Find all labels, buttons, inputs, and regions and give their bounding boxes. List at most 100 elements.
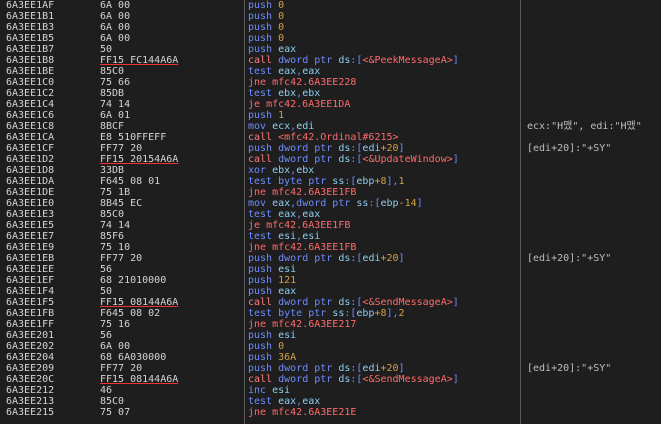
disassembly-token: dword ptr — [278, 154, 339, 165]
instruction-disassembly: push dword ptr ds:[edi+20] — [248, 253, 405, 264]
disassembly-token: eax — [278, 396, 297, 407]
instruction-row[interactable]: 6A3EE1C2 85DB test ebx,ebx — [0, 88, 661, 99]
instruction-disassembly: push 0 — [248, 341, 284, 352]
disassembly-token: :[ — [350, 253, 363, 264]
disassembly-token: eax — [278, 286, 297, 297]
instruction-row[interactable]: 6A3EE1E0 8B45 EC mov eax,dword ptr ss:[ebp… — [0, 198, 661, 209]
instruction-row[interactable]: 6A3EE1C6 6A 01 push 1 — [0, 110, 661, 121]
instruction-row[interactable]: 6A3EE1DE 75 1B jne mfc42.6A3EE1FB — [0, 187, 661, 198]
instruction-row[interactable]: 6A3EE1D2 FF15 20154A6A call dword ptr ds:[… — [0, 154, 661, 165]
disassembly-token: dword ptr — [278, 253, 339, 264]
instruction-row[interactable]: 6A3EE202 6A 00 push 0 — [0, 341, 661, 352]
instruction-row[interactable]: 6A3EE1CF FF77 20 push dword ptr ds:[edi+20… — [0, 143, 661, 154]
instruction-row[interactable]: 6A3EE1AF 6A 00 push 0 — [0, 0, 661, 11]
disassembly-token: eax — [278, 44, 297, 55]
disassembly-token: ds — [338, 253, 351, 264]
disassembly-token: ] — [398, 143, 405, 154]
instruction-disassembly: test eax,eax — [248, 66, 320, 77]
instruction-row[interactable]: 6A3EE1EB FF77 20 push dword ptr ds:[edi+20… — [0, 253, 661, 264]
disassembly-token: <&SendMessageA> — [362, 374, 453, 385]
instruction-bytes: 75 10 — [100, 242, 131, 253]
instruction-disassembly: push 1 — [248, 110, 284, 121]
instruction-address: 6A3EE212 — [6, 385, 55, 396]
instruction-address: 6A3EE1EF — [6, 275, 55, 286]
instruction-bytes: F645 08 01 — [100, 176, 161, 187]
instruction-disassembly: push 36A — [248, 352, 296, 363]
disassembly-token: +8 — [374, 308, 387, 319]
disassembly-token: :[ — [350, 154, 363, 165]
instruction-row[interactable]: 6A3EE1C0 75 66 jne mfc42.6A3EE228 — [0, 77, 661, 88]
instruction-address: 6A3EE1F5 — [6, 297, 55, 308]
disassembly-token: byte ptr — [278, 308, 333, 319]
instruction-disassembly: push 0 — [248, 0, 284, 11]
disassembly-token: byte ptr — [278, 176, 333, 187]
disassembly-token: :[ — [350, 374, 363, 385]
instruction-address: 6A3EE1FF — [6, 319, 55, 330]
disassembly-token: call — [248, 154, 279, 165]
instruction-bytes: 6A 00 — [100, 11, 131, 22]
instruction-row[interactable]: 6A3EE1C4 74 14 je mfc42.6A3EE1DA — [0, 99, 661, 110]
instruction-address: 6A3EE1B5 — [6, 33, 55, 44]
instruction-row[interactable]: 6A3EE212 46 inc esi — [0, 385, 661, 396]
instruction-address: 6A3EE1DE — [6, 187, 55, 198]
instruction-row[interactable]: 6A3EE1F5 FF15 08144A6A call dword ptr ds:[… — [0, 297, 661, 308]
instruction-address: 6A3EE1DA — [6, 176, 55, 187]
disassembly-view[interactable]: 6A3EE1AF 6A 00 push 0 6A3EE1B1 6A 00 push 0 6A… — [0, 0, 661, 424]
instruction-row[interactable]: 6A3EE1B5 6A 00 push 0 — [0, 33, 661, 44]
instruction-row[interactable]: 6A3EE1EE 56 push esi — [0, 264, 661, 275]
instruction-row[interactable]: 6A3EE1B8 FF15 FC144A6A call dword ptr ds:[… — [0, 55, 661, 66]
disassembly-token: ] — [452, 154, 459, 165]
disassembly-token: push — [248, 352, 279, 363]
instruction-row[interactable]: 6A3EE215 75 07 jne mfc42.6A3EE21E — [0, 407, 661, 418]
disassembly-token: test — [248, 88, 279, 99]
disassembly-token: mfc42.6A3EE1FB — [272, 187, 357, 198]
disassembly-token: 1 — [398, 176, 405, 187]
instruction-row[interactable]: 6A3EE20C FF15 08144A6A call dword ptr ds:[… — [0, 374, 661, 385]
instruction-disassembly: je mfc42.6A3EE1DA — [248, 99, 350, 110]
instruction-row[interactable]: 6A3EE1BE 85C0 test eax,eax — [0, 66, 661, 77]
instruction-row[interactable]: 6A3EE1C8 8BCF mov ecx,edi ecx:"H맸", edi:"H맸… — [0, 121, 661, 132]
disassembly-token: xor — [248, 165, 273, 176]
disassembly-token: 0 — [278, 22, 285, 33]
instruction-address: 6A3EE1B7 — [6, 44, 55, 55]
instruction-address: 6A3EE1CF — [6, 143, 55, 154]
disassembly-token: ] — [398, 363, 405, 374]
instruction-row[interactable]: 6A3EE1E5 74 14 je mfc42.6A3EE1FB — [0, 220, 661, 231]
instruction-row[interactable]: 6A3EE1B7 50 push eax — [0, 44, 661, 55]
disassembly-token: +20 — [380, 363, 399, 374]
instruction-address: 6A3EE1C2 — [6, 88, 55, 99]
disassembly-token: :[ — [350, 297, 363, 308]
instruction-disassembly: push eax — [248, 44, 296, 55]
instruction-row[interactable]: 6A3EE1D8 33DB xor ebx,ebx — [0, 165, 661, 176]
instruction-disassembly: mov eax,dword ptr ss:[ebp-14] — [248, 198, 423, 209]
instruction-bytes: F645 08 02 — [100, 308, 161, 319]
instruction-row[interactable]: 6A3EE213 85C0 test eax,eax — [0, 396, 661, 407]
instruction-row[interactable]: 6A3EE1B1 6A 00 push 0 — [0, 11, 661, 22]
disassembly-token: edi — [362, 363, 381, 374]
instruction-row[interactable]: 6A3EE201 56 push esi — [0, 330, 661, 341]
disassembly-token: 1 — [278, 110, 285, 121]
instruction-row[interactable]: 6A3EE204 68 6A030000 push 36A — [0, 352, 661, 363]
instruction-row[interactable]: 6A3EE1E7 85F6 test esi,esi — [0, 231, 661, 242]
instruction-row[interactable]: 6A3EE1FF 75 16 jne mfc42.6A3EE217 — [0, 319, 661, 330]
instruction-row[interactable]: 6A3EE1EF 68 21010000 push 121 — [0, 275, 661, 286]
instruction-row[interactable]: 6A3EE1FB F645 08 02 test byte ptr ss:[ebp+… — [0, 308, 661, 319]
instruction-row[interactable]: 6A3EE1CA E8 510FFEFF call <mfc42.Ordinal#6… — [0, 132, 661, 143]
disassembly-token: push — [248, 33, 279, 44]
instruction-row[interactable]: 6A3EE1B3 6A 00 push 0 — [0, 22, 661, 33]
disassembly-token: push — [248, 11, 279, 22]
disassembly-token: :[ — [368, 198, 381, 209]
instruction-bytes: 85C0 — [100, 209, 125, 220]
instruction-bytes: 46 — [100, 385, 113, 396]
disassembly-token: ds — [338, 55, 351, 66]
instruction-address: 6A3EE1B8 — [6, 55, 55, 66]
disassembly-token: 0 — [278, 11, 285, 22]
instruction-disassembly: call <mfc42.Ordinal#6215> — [248, 132, 399, 143]
disassembly-token: push — [248, 22, 279, 33]
instruction-row[interactable]: 6A3EE209 FF77 20 push dword ptr ds:[edi+20… — [0, 363, 661, 374]
instruction-row[interactable]: 6A3EE1DA F645 08 01 test byte ptr ss:[ebp+… — [0, 176, 661, 187]
instruction-row[interactable]: 6A3EE1F4 50 push eax — [0, 286, 661, 297]
disassembly-token: 121 — [278, 275, 297, 286]
instruction-row[interactable]: 6A3EE1E3 85C0 test eax,eax — [0, 209, 661, 220]
instruction-row[interactable]: 6A3EE1E9 75 10 jne mfc42.6A3EE1FB — [0, 242, 661, 253]
